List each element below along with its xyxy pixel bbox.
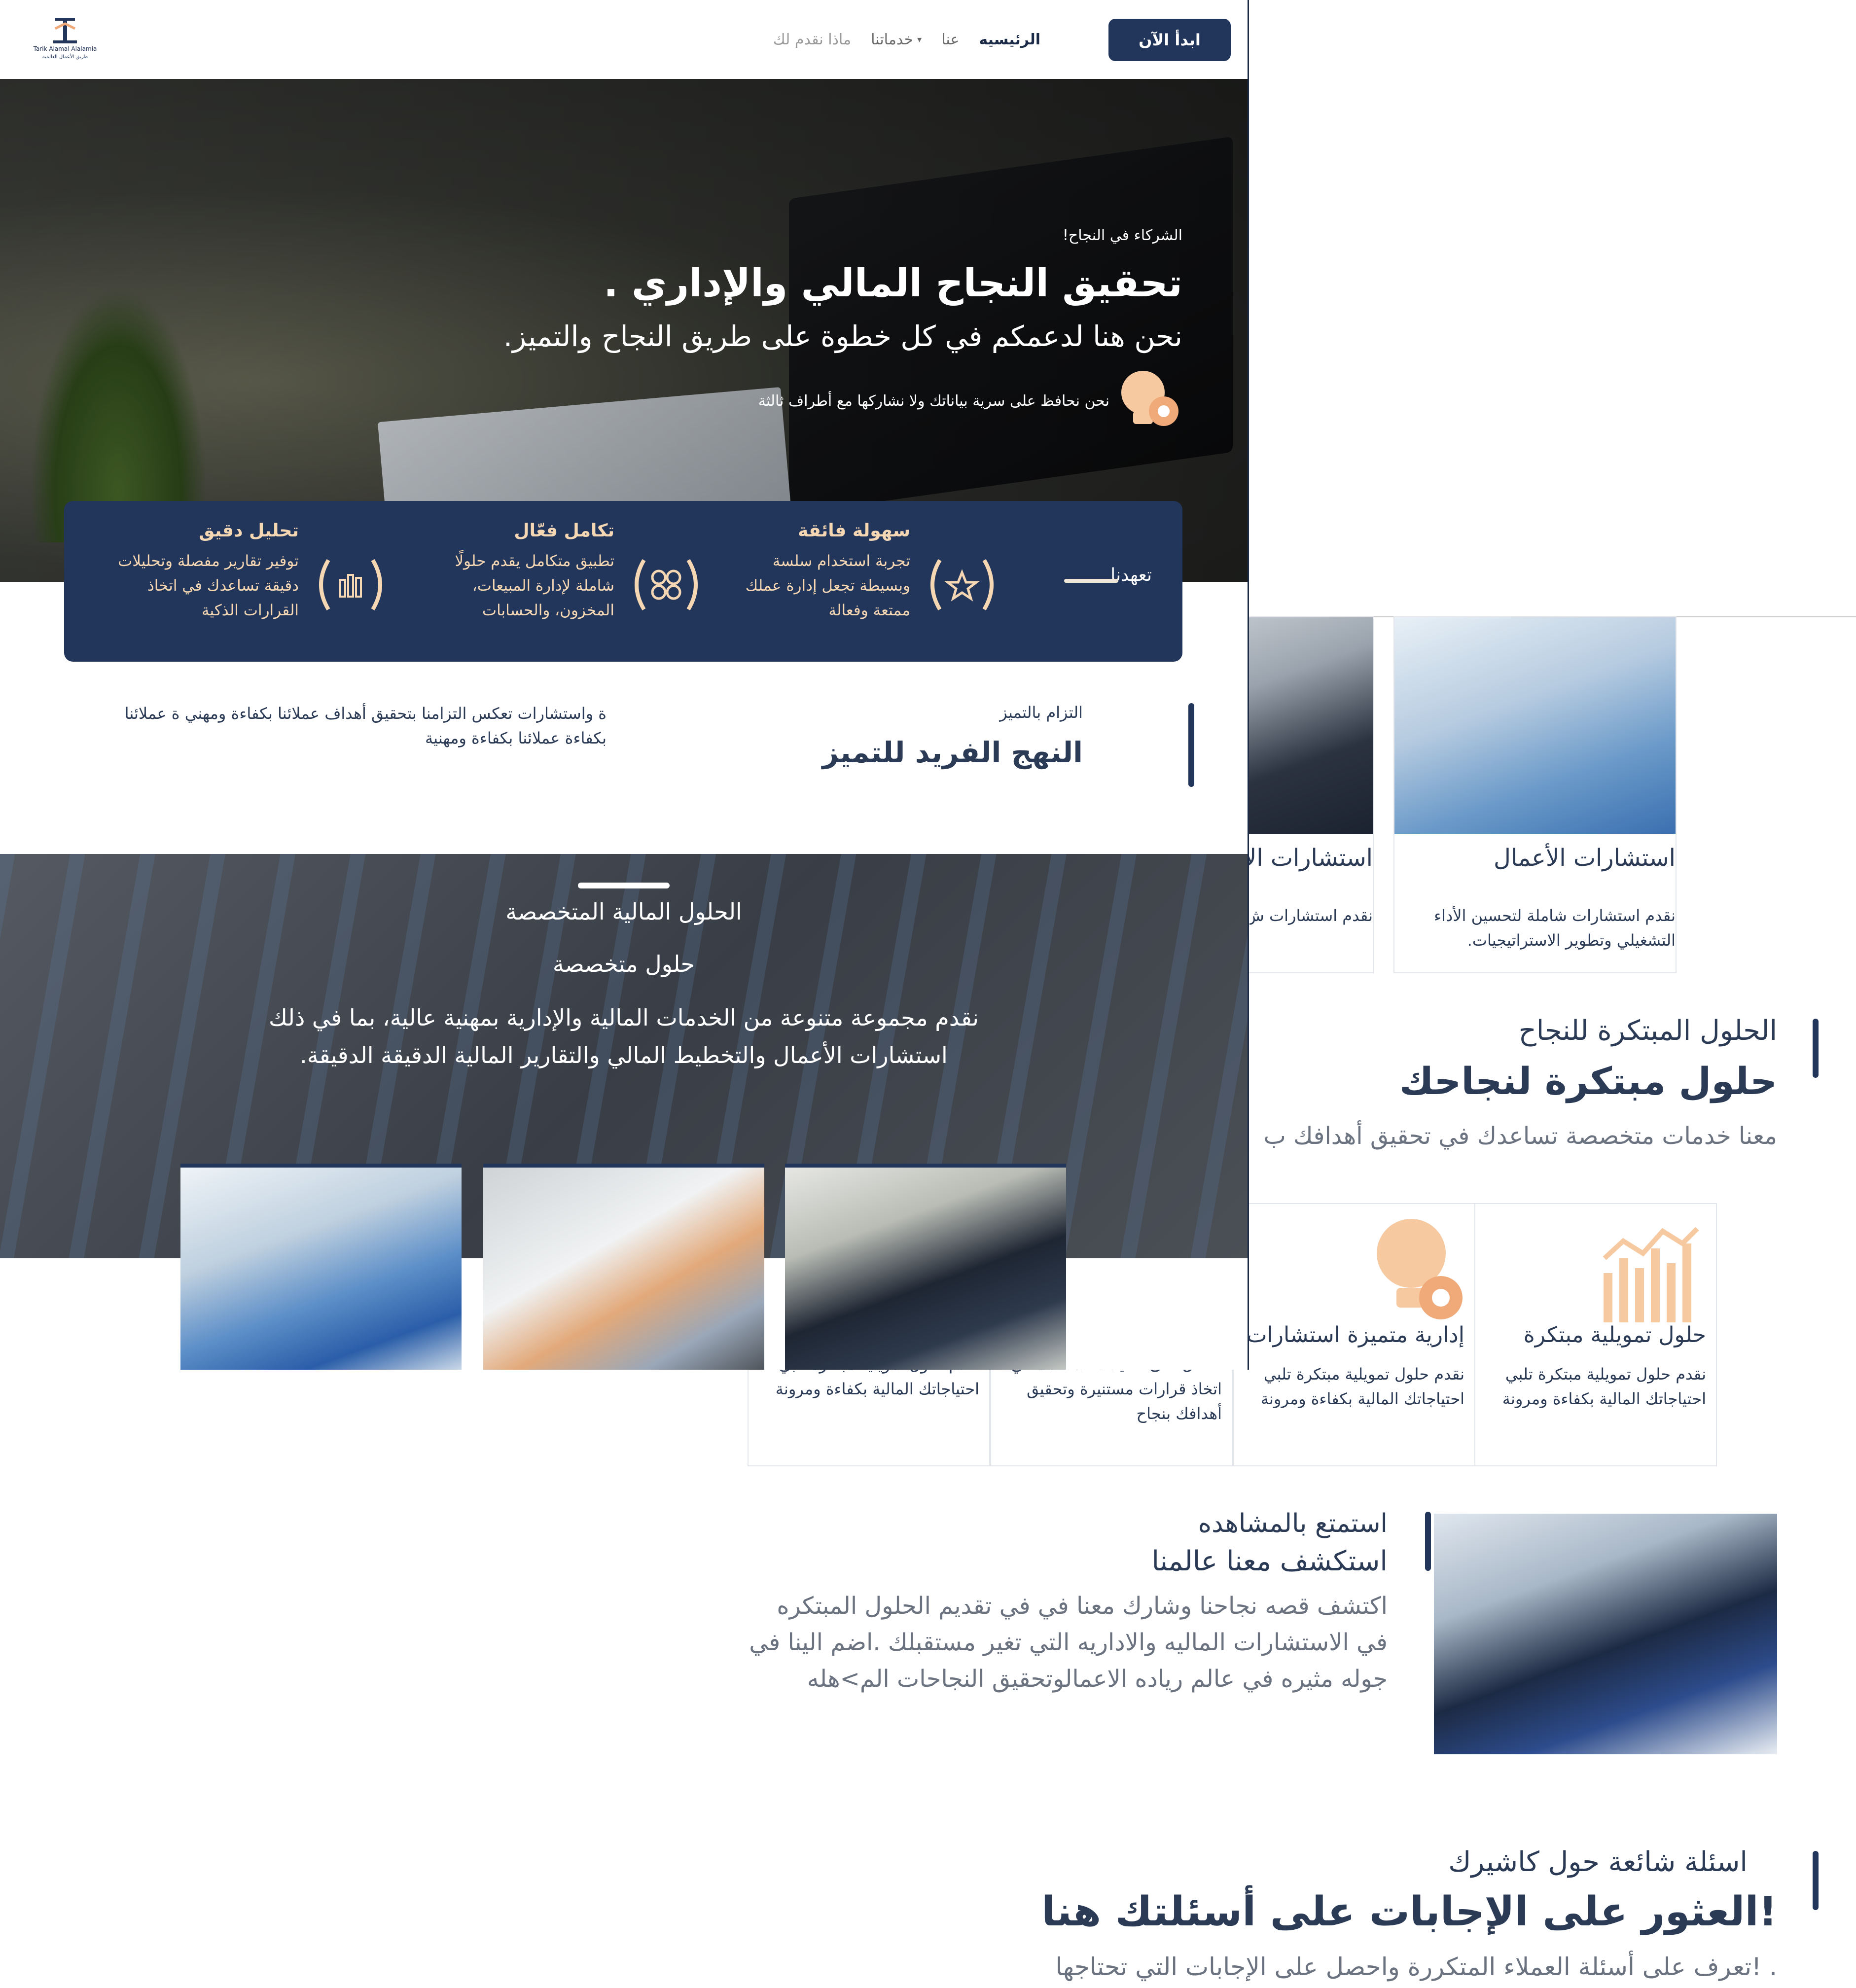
section-accent-bar [1813,1851,1819,1910]
company-logo[interactable]: Tarik Alamal Alalamia طريق الأعمال العال… [26,14,105,63]
section-accent-bar [1425,1512,1431,1571]
feature-title: سهولة فائقة [798,521,910,541]
hero-subtitle: نحن هنا لدعمكم في كل خطوة على طريق النجا… [503,320,1182,353]
solution-photo-charts[interactable] [180,1164,462,1370]
front-page-window: Tarik Alamal Alalamia طريق الأعمال العال… [0,0,1249,1370]
offer-desc: نقدم حلول تمويلية مبتكرة تلبي احتياجاتك … [1260,1365,1464,1408]
feature-item: سهولة فائقة تجربة استخدام سلسة وبسيطة تج… [718,521,1004,649]
idea-gear-icon [1118,368,1182,434]
faq-desc: تعرف على أسئلة العملاء المتكررة واحصل عل… [1055,1952,1777,1981]
nav-about[interactable]: عنا [941,31,959,48]
nav-what-we-offer[interactable]: ماذا نقدم لك [773,31,851,48]
watch-desc: اكتشف قصه نجاحنا وشارك معنا في في تقديم … [749,1592,1388,1693]
service-desc: نقدم استشارات ش التشغيلي وتطوير [1249,906,1373,925]
service-card-partial[interactable]: استشارات الأ نقدم استشارات ش التشغيلي وت… [1248,616,1374,973]
commitment-text: ة واستشارات تعكس التزامنا بتحقيق أهداف ع… [124,704,607,747]
offer-title: إدارية متميزة استشارات [1247,1322,1464,1348]
logo-text: Tarik Alamal Alalamia [33,45,97,52]
feature-desc: تطبيق متكامل يقدم حلولًا شاملة لإدارة ال… [455,552,614,619]
start-now-button[interactable]: ابدأ الآن [1108,19,1231,61]
hero-title: تحقيق النجاح المالي والإداري . [604,261,1182,306]
solutions-divider [578,883,670,888]
service-photo [1394,617,1676,834]
chevron-down-icon: ▾ [917,34,922,45]
watch-video-thumbnail[interactable] [1434,1514,1777,1754]
privacy-text: نحن نحافظ على سرية بياناتك ولا نشاركها م… [758,392,1109,410]
solutions-kicker: الحلول المالية المتخصصة [505,898,742,925]
watch-title: استكشف معنا عالمنا [1151,1545,1388,1577]
feature-item: تكامل فعّال تطبيق متكامل يقدم حلولًا شام… [422,521,708,649]
service-photo [1248,617,1373,834]
feature-desc: توفير تقارير مفصلة وتحليلات دقيقة تساعدك… [118,552,299,619]
nav-home[interactable]: الرئيسيه [979,31,1040,48]
section-accent-bar [1813,1019,1819,1078]
service-title: استشارات الأعمال [1493,844,1676,872]
innovative-title: حلول مبتكرة لنجاحك [1399,1059,1777,1103]
innovative-kicker: الحلول المبتكرة للنجاح [1518,1015,1777,1047]
feature-title: تحليل دقيق [199,521,299,541]
features-panel: تعهدنا سهولة فائقة تجربة استخدام سلسة وب… [64,501,1182,662]
nav-services[interactable]: خدماتنا ▾ [871,31,922,48]
section-accent-bar [1188,703,1194,787]
bar-chart-icon [309,550,393,619]
offer-card-financing[interactable]: حلول تمويلية مبتكرة نقدم حلول تمويلية مب… [1474,1203,1717,1466]
main-menu: الرئيسيه عنا خدماتنا ▾ ماذا نقدم لك [773,24,1040,55]
commitment-section: التزام بالتميز النهج الفريد للتميز ة واس… [0,662,1248,854]
solutions-desc: نقدم مجموعة متنوعة من الخدمات المالية وا… [269,1004,979,1068]
commitment-title: النهج الفريد للتميز [822,736,1083,769]
privacy-note: نحن نحافظ على سرية بياناتك ولا نشاركها م… [758,368,1182,434]
features-divider [1064,579,1118,583]
service-desc: نقدم استشارات شاملة لتحسين الأداء التشغي… [1434,906,1676,950]
star-icon [920,550,1004,619]
solution-photo-analysis[interactable] [483,1164,764,1370]
growth-chart-icon [1475,1214,1716,1327]
service-card-business[interactable]: استشارات الأعمال نقدم استشارات شاملة لتح… [1393,616,1677,973]
hero-kicker: الشركاء في النجاح! [1062,227,1182,244]
nav-services-label: خدماتنا [871,31,914,48]
solution-photo-team[interactable] [785,1164,1066,1370]
logo-subtext: طريق الأعمال العالمية [42,54,88,60]
solutions-title: حلول متخصصة [552,951,695,977]
commitment-kicker: التزام بالتميز [999,703,1083,722]
navbar: Tarik Alamal Alalamia طريق الأعمال العال… [0,0,1248,80]
grid-icon [624,550,708,619]
faq-title: العثور على الإجابات على أسئلتك هنا! [1041,1888,1777,1935]
offer-card-admin[interactable]: إدارية متميزة استشارات نقدم حلول تمويلية… [1233,1203,1475,1466]
watch-kicker: استمتع بالمشاهده [1198,1509,1388,1538]
feature-title: تكامل فعّال [514,521,614,541]
offer-desc: نقدم حلول تمويلية مبتكرة تلبي احتياجاتك … [1502,1365,1706,1408]
feature-item: تحليل دقيق توفير تقارير مفصلة وتحليلات د… [107,521,393,649]
service-title: استشارات الأ [1248,844,1373,872]
faq-kicker: اسئلة شائعة حول كاشيرك [1448,1846,1748,1878]
innovative-desc: معنا خدمات متخصصة تساعدك في تحقيق أهدافك… [1263,1122,1777,1150]
feature-desc: تجربة استخدام سلسة وبسيطة تجعل إدارة عمل… [745,552,910,619]
idea-gear-icon [1234,1214,1474,1327]
offer-title: حلول تمويلية مبتكرة [1523,1322,1706,1348]
